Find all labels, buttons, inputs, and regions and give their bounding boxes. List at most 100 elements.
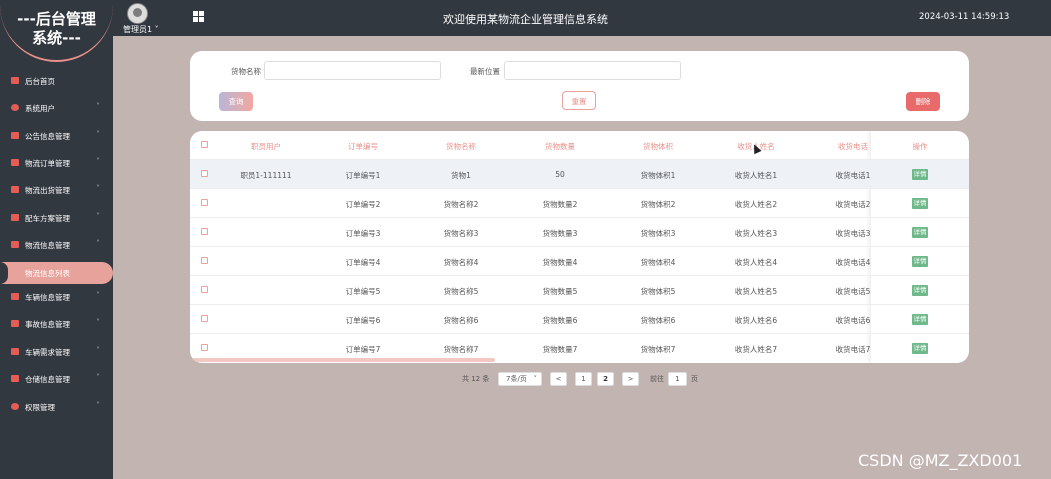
sidebar-item-permissions[interactable]: 权限管理 ˅	[0, 393, 113, 420]
table-cell: 订单编号5	[345, 287, 381, 296]
sidebar-item-orders[interactable]: 物流订单管理 ˅	[0, 149, 113, 176]
user-icon	[11, 104, 19, 111]
total-count: 共 12 条	[462, 375, 490, 383]
cargo-name-label: 货物名称	[231, 67, 261, 76]
detail-button[interactable]: 详情	[912, 314, 928, 325]
table-cell: 职员1-111111	[240, 171, 292, 180]
detail-button[interactable]: 详情	[912, 285, 928, 296]
chevron-down-icon: ˅	[533, 375, 538, 383]
detail-button[interactable]: 详情	[912, 169, 928, 180]
select-all-checkbox[interactable]	[201, 141, 208, 148]
reset-button[interactable]: 重置	[562, 91, 596, 110]
horizontal-scrollbar[interactable]	[192, 358, 495, 362]
sidebar-subitem-label: 物流信息列表	[25, 269, 70, 278]
detail-button[interactable]: 详情	[912, 198, 928, 209]
column-header[interactable]: 货物名称	[425, 141, 497, 152]
sidebar-item-vehicle-demand[interactable]: 车辆需求管理 ˅	[0, 338, 113, 365]
data-table: 职员用户 订单编号 货物名称 货物数量 货物体积 收货人姓名 收货电话 操作 职…	[190, 131, 969, 363]
sidebar-item-shipments[interactable]: 物流出货管理 ˅	[0, 176, 113, 203]
sidebar-item-label: 物流信息管理	[25, 241, 70, 250]
sidebar-item-label: 物流出货管理	[25, 186, 70, 195]
latest-position-label: 最新位置	[470, 67, 500, 76]
table-cell: 收货电话5	[835, 287, 871, 296]
table-cell: 收货电话7	[835, 345, 871, 354]
table-cell: 货物名称2	[443, 200, 479, 209]
row-checkbox[interactable]	[201, 344, 208, 351]
row-checkbox[interactable]	[201, 286, 208, 293]
sidebar-item-vehicle-plans[interactable]: 配车方案管理 ˅	[0, 204, 113, 231]
table-row[interactable]: 订单编号3 货物名称3 货物数量3 货物体积3 收货人姓名3 收货电话3 详情	[190, 217, 969, 246]
table-row[interactable]: 订单编号6 货物名称6 货物数量6 货物体积6 收货人姓名6 收货电话6 详情	[190, 304, 969, 333]
table-cell: 收货人姓名1	[734, 171, 778, 180]
top-header: 管理员1 ˅ 欢迎使用某物流企业管理信息系统 2024-03-11 14:59:…	[0, 0, 1051, 36]
detail-button[interactable]: 详情	[912, 343, 928, 354]
table-cell: 货物体积3	[640, 229, 676, 238]
page-2-button[interactable]: 2	[597, 372, 614, 386]
watermark: CSDN @MZ_ZXD001	[858, 451, 1023, 470]
sidebar-item-accidents[interactable]: 事故信息管理 ˅	[0, 310, 113, 337]
table-cell: 订单编号6	[345, 316, 381, 325]
sidebar-item-label: 物流订单管理	[25, 159, 70, 168]
query-button[interactable]: 查询	[219, 92, 253, 111]
column-header[interactable]: 职员用户	[230, 141, 302, 152]
detail-button[interactable]: 详情	[912, 256, 928, 267]
checkbox-icon	[11, 186, 19, 193]
sidebar-subitem-logistics-list[interactable]: 物流信息列表	[0, 262, 113, 284]
table-cell: 收货人姓名2	[734, 200, 778, 209]
table-cell: 货物数量5	[542, 287, 578, 296]
prev-page-button[interactable]: <	[550, 372, 567, 386]
column-header[interactable]: 订单编号	[327, 141, 399, 152]
column-header[interactable]: 货物体积	[622, 141, 694, 152]
table-cell: 货物体积2	[640, 200, 676, 209]
logo-line-2: 系统---	[32, 29, 81, 47]
table-cell: 货物名称6	[443, 316, 479, 325]
row-checkbox[interactable]	[201, 257, 208, 264]
table-cell: 订单编号4	[345, 258, 381, 267]
row-checkbox[interactable]	[201, 170, 208, 177]
sidebar-item-logistics-info[interactable]: 物流信息管理 ˄	[0, 231, 113, 258]
table-cell: 货物1	[451, 171, 471, 180]
table-cell: 货物名称4	[443, 258, 479, 267]
latest-position-input[interactable]	[504, 61, 681, 80]
page-size-select[interactable]: 7条/页 ˅	[498, 372, 542, 386]
sidebar-item-vehicles[interactable]: 车辆信息管理 ˅	[0, 283, 113, 310]
sidebar-item-label: 车辆需求管理	[25, 348, 70, 357]
sidebar-item-system-users[interactable]: 系统用户 ˅	[0, 94, 113, 121]
table-cell: 收货人姓名7	[734, 345, 778, 354]
table-cell: 货物体积1	[640, 171, 676, 180]
checkbox-icon	[11, 293, 19, 300]
table-row[interactable]: 订单编号4 货物名称4 货物数量4 货物体积4 收货人姓名4 收货电话4 详情	[190, 246, 969, 275]
cargo-name-input[interactable]	[264, 61, 441, 80]
table-cell: 货物体积7	[640, 345, 676, 354]
page-suffix: 页	[691, 375, 698, 383]
sidebar-item-home[interactable]: 后台首页	[0, 67, 113, 94]
table-row[interactable]: 职员1-111111 订单编号1 货物1 50 货物体积1 收货人姓名1 收货电话1 详情	[190, 159, 969, 188]
table-cell: 货物数量3	[542, 229, 578, 238]
chevron-down-icon: ˅	[96, 401, 100, 410]
monitor-icon	[11, 77, 19, 84]
page-size-value: 7条/页	[506, 375, 527, 383]
column-header[interactable]: 货物数量	[524, 141, 596, 152]
chevron-down-icon: ˅	[96, 130, 100, 139]
table-cell: 货物名称5	[443, 287, 479, 296]
row-checkbox[interactable]	[201, 315, 208, 322]
next-page-button[interactable]: >	[622, 372, 639, 386]
delete-button[interactable]: 删除	[906, 92, 940, 111]
chevron-down-icon: ˅	[96, 291, 100, 300]
sidebar-item-notices[interactable]: 公告信息管理 ˅	[0, 122, 113, 149]
table-cell: 货物数量7	[542, 345, 578, 354]
table-row[interactable]: 订单编号2 货物名称2 货物数量2 货物体积2 收货人姓名2 收货电话2 详情	[190, 188, 969, 217]
site-title: 欢迎使用某物流企业管理信息系统	[443, 13, 608, 26]
table-row[interactable]: 订单编号5 货物名称5 货物数量5 货物体积5 收货人姓名5 收货电话5 详情	[190, 275, 969, 304]
goto-page-input[interactable]: 1	[668, 372, 687, 386]
table-cell: 收货电话6	[835, 316, 871, 325]
page-1-button[interactable]: 1	[575, 372, 592, 386]
checkbox-icon	[11, 132, 19, 139]
row-checkbox[interactable]	[201, 228, 208, 235]
table-cell: 订单编号1	[345, 171, 381, 180]
row-checkbox[interactable]	[201, 199, 208, 206]
sidebar-item-label: 配车方案管理	[25, 214, 70, 223]
logo-line-1: ---后台管理	[17, 10, 96, 28]
gear-icon	[11, 403, 19, 410]
detail-button[interactable]: 详情	[912, 227, 928, 238]
